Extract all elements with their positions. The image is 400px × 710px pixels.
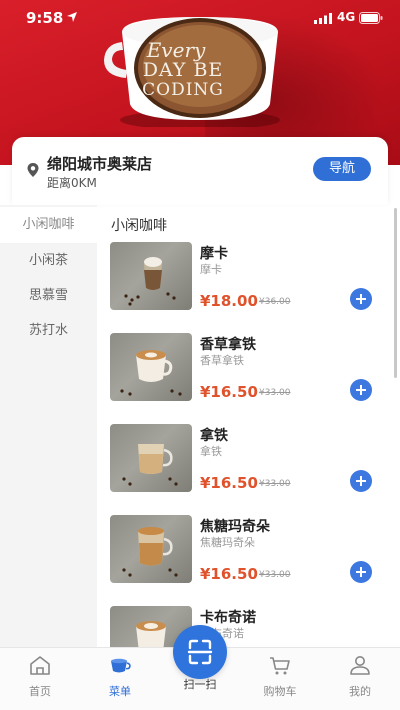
product-subtitle: 摩卡 <box>200 263 222 276</box>
tab-menu[interactable]: 菜单 <box>90 650 150 700</box>
product-original-price: ¥33.00 <box>259 479 291 489</box>
product-original-price: ¥36.00 <box>259 297 291 307</box>
tab-mine[interactable]: 我的 <box>330 650 390 700</box>
product-item[interactable]: 拿铁 拿铁 ¥16.50 ¥33.00 <box>97 424 387 515</box>
shopping-cart-icon <box>270 657 290 675</box>
add-to-cart-button[interactable] <box>350 379 372 401</box>
category-tea[interactable]: 小闲茶 <box>0 243 97 279</box>
category-sidebar: 小闲咖啡 小闲茶 思慕雪 苏打水 <box>0 205 97 647</box>
product-image <box>110 424 192 492</box>
tab-home-label: 首页 <box>29 685 51 698</box>
tab-home[interactable]: 首页 <box>10 650 70 700</box>
banner-slogan: Every DAY BE CODING <box>138 40 228 99</box>
banner-line-2: DAY BE <box>142 59 224 81</box>
home-icon <box>30 656 50 675</box>
product-price: ¥16.50 <box>200 383 258 401</box>
product-name: 香草拿铁 <box>200 337 256 353</box>
user-profile-icon <box>350 656 370 675</box>
category-coffee[interactable]: 小闲咖啡 <box>0 207 97 243</box>
product-name: 焦糖玛奇朵 <box>200 519 270 535</box>
mocha-cup-icon <box>124 257 176 306</box>
tab-cart-label: 购物车 <box>263 685 297 698</box>
store-name[interactable]: 绵阳城市奥莱店 <box>47 153 152 174</box>
product-item[interactable]: 卡布奇诺 卡布奇诺 <box>97 606 387 647</box>
category-smoothie[interactable]: 思慕雪 <box>0 278 97 314</box>
product-price: ¥18.00 <box>200 292 258 310</box>
banner-line-3: CODING <box>142 80 224 100</box>
banner-line-1: Every <box>146 38 206 62</box>
product-name: 拿铁 <box>200 428 228 444</box>
scrollbar[interactable] <box>394 208 397 378</box>
section-title: 小闲咖啡 <box>111 218 167 234</box>
signal-icon <box>314 13 332 24</box>
tab-mine-label: 我的 <box>349 685 371 698</box>
product-image <box>110 515 192 583</box>
product-subtitle: 焦糖玛奇朵 <box>200 536 255 549</box>
latte-art-cup-icon <box>120 350 182 396</box>
product-subtitle: 拿铁 <box>200 445 222 458</box>
product-item[interactable]: 摩卡 摩卡 ¥18.00 ¥36.00 <box>97 242 387 333</box>
glass-latte-cup-icon <box>122 444 178 486</box>
scan-button[interactable] <box>173 625 227 679</box>
add-to-cart-button[interactable] <box>350 470 372 492</box>
product-original-price: ¥33.00 <box>259 570 291 580</box>
tab-scan-label[interactable]: 扫一扫 <box>170 676 230 692</box>
tab-menu-label: 菜单 <box>109 685 131 698</box>
location-arrow-icon <box>67 12 77 22</box>
product-item[interactable]: 香草拿铁 香草拿铁 ¥16.50 ¥33.00 <box>97 333 387 424</box>
product-price: ¥16.50 <box>200 565 258 583</box>
product-image <box>110 333 192 401</box>
store-distance: 距离0KM <box>47 176 97 190</box>
product-price: ¥16.50 <box>200 474 258 492</box>
macchiato-cup-icon <box>122 527 178 577</box>
navigate-button[interactable]: 导航 <box>313 157 371 181</box>
add-to-cart-button[interactable] <box>350 288 372 310</box>
coffee-menu-icon <box>111 658 131 673</box>
network-type: 4G <box>337 10 356 24</box>
product-item[interactable]: 焦糖玛奇朵 焦糖玛奇朵 ¥16.50 ¥33.00 <box>97 515 387 606</box>
product-original-price: ¥33.00 <box>259 388 291 398</box>
status-time: 9:58 <box>26 9 64 27</box>
add-to-cart-button[interactable] <box>350 561 372 583</box>
location-pin-icon <box>27 163 39 177</box>
product-name: 摩卡 <box>200 246 228 262</box>
status-bar: 9:58 4G <box>0 0 400 36</box>
scan-icon <box>187 639 213 665</box>
tab-cart[interactable]: 购物车 <box>250 650 310 700</box>
category-soda[interactable]: 苏打水 <box>0 313 97 349</box>
product-subtitle: 香草拿铁 <box>200 354 244 367</box>
product-name: 卡布奇诺 <box>200 610 256 626</box>
product-image <box>110 242 192 310</box>
battery-icon <box>359 12 383 24</box>
